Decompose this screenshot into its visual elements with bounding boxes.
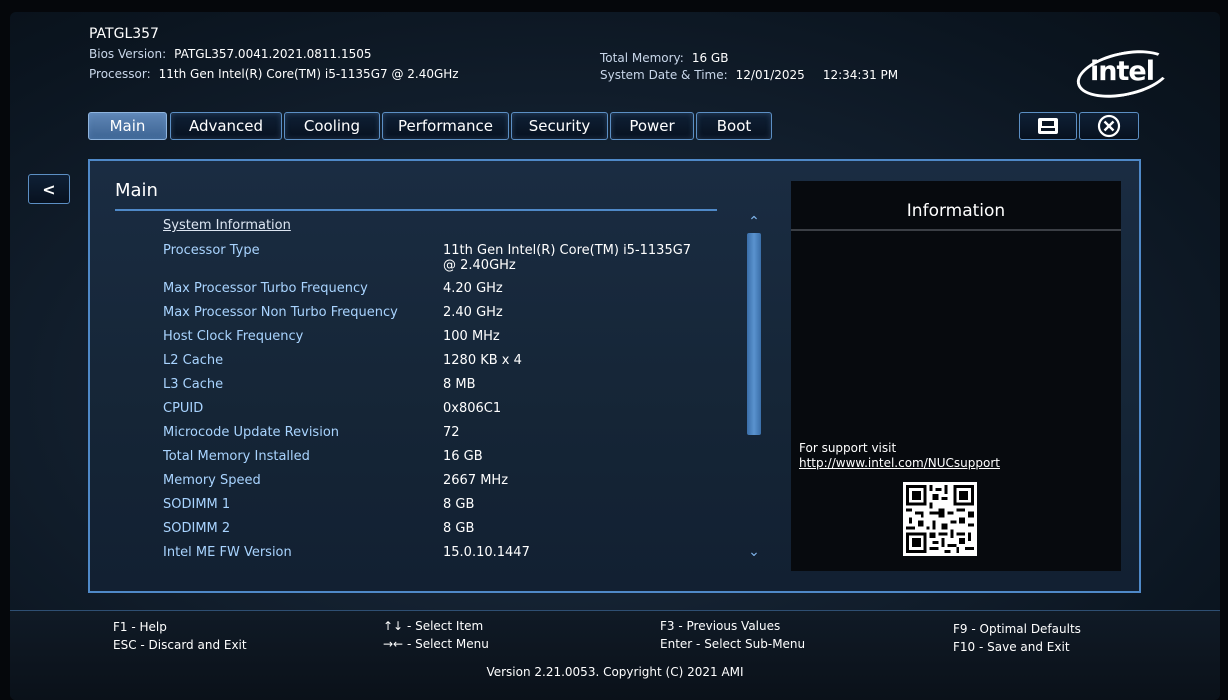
row-label: Microcode Update Revision bbox=[163, 425, 340, 440]
scrollbar-thumb[interactable] bbox=[747, 233, 761, 435]
tab-main[interactable]: Main bbox=[88, 112, 167, 140]
support-link[interactable]: http://www.intel.com/NUCsupport bbox=[799, 456, 1000, 470]
intel-logo: intel bbox=[1072, 42, 1176, 106]
row-label: SODIMM 2 bbox=[163, 521, 231, 536]
key-label: Enter bbox=[660, 637, 693, 651]
row-label: Intel ME FW Version bbox=[163, 545, 292, 560]
key-action: - Save and Exit bbox=[979, 640, 1070, 654]
row-label: L2 Cache bbox=[163, 353, 224, 368]
key-action: - Previous Values bbox=[678, 619, 781, 633]
row-value: 8 GB bbox=[443, 497, 475, 512]
key-label: F10 bbox=[953, 640, 976, 654]
row-value: 8 GB bbox=[443, 521, 475, 536]
tab-boot[interactable]: Boot bbox=[696, 112, 772, 140]
help-key-select-menu: →← - Select Menu bbox=[383, 637, 489, 651]
key-label: F3 bbox=[660, 619, 675, 633]
tab-power[interactable]: Power bbox=[610, 112, 694, 140]
row-value: 72 bbox=[443, 425, 460, 440]
row-value: 2667 MHz bbox=[443, 473, 509, 488]
system-date: 12/01/2025 bbox=[735, 68, 805, 82]
system-date-time-row: System Date & Time: 12/01/2025 12:34:31 PM bbox=[600, 68, 898, 82]
row-label: Max Processor Non Turbo Frequency bbox=[163, 305, 398, 320]
key-action: - Discard and Exit bbox=[140, 638, 247, 652]
row-value: 100 MHz bbox=[443, 329, 500, 344]
row-value: 0x806C1 bbox=[443, 401, 502, 416]
key-label: F9 bbox=[953, 622, 968, 636]
information-title: Information bbox=[906, 201, 1006, 221]
date-time-label: System Date & Time: bbox=[600, 68, 728, 82]
row-value: 8 MB bbox=[443, 377, 476, 392]
row-value: 16 GB bbox=[443, 449, 483, 464]
logo-word: intel bbox=[1090, 56, 1155, 87]
close-icon bbox=[1097, 114, 1121, 138]
bios-version-label: Bios Version: bbox=[89, 47, 167, 61]
information-divider bbox=[791, 229, 1121, 231]
help-key-enter: Enter - Select Sub-Menu bbox=[660, 637, 805, 651]
total-memory-value: 16 GB bbox=[691, 51, 729, 65]
total-memory-row: Total Memory: 16 GB bbox=[600, 51, 728, 65]
copyright-text: Version 2.21.0053. Copyright (C) 2021 AM… bbox=[486, 665, 744, 679]
bios-version-value: PATGL357.0041.2021.0811.1505 bbox=[174, 47, 372, 61]
total-memory-label: Total Memory: bbox=[600, 51, 684, 65]
page-title: Main bbox=[115, 180, 158, 201]
key-action: - Optimal Defaults bbox=[971, 622, 1081, 636]
help-key-select-item: ↑↓ - Select Item bbox=[383, 619, 483, 633]
board-name: PATGL357 bbox=[89, 26, 159, 42]
row-label: L3 Cache bbox=[163, 377, 224, 392]
key-label: ESC bbox=[113, 638, 137, 652]
key-action: - Help bbox=[131, 620, 167, 634]
save-icon bbox=[1038, 118, 1058, 134]
processor-row: Processor: 11th Gen Intel(R) Core(TM) i5-… bbox=[89, 67, 459, 81]
help-key-f10: F10 - Save and Exit bbox=[953, 640, 1070, 654]
row-label: Total Memory Installed bbox=[163, 449, 310, 464]
support-text: For support visit bbox=[799, 441, 897, 455]
row-value: 11th Gen Intel(R) Core(TM) i5-1135G7 @ 2… bbox=[443, 243, 692, 273]
back-button[interactable]: < bbox=[28, 174, 70, 204]
scroll-down-icon[interactable]: ⌄ bbox=[745, 545, 763, 559]
bios-screen: PATGL357 Bios Version: PATGL357.0041.2021… bbox=[10, 12, 1220, 700]
title-divider bbox=[115, 209, 717, 211]
key-action: - Select Item bbox=[406, 619, 484, 633]
row-label: Memory Speed bbox=[163, 473, 261, 488]
tab-performance[interactable]: Performance bbox=[382, 112, 509, 140]
exit-button[interactable] bbox=[1079, 112, 1139, 140]
tab-advanced[interactable]: Advanced bbox=[170, 112, 282, 140]
main-panel: Main System Information Processor Type 1… bbox=[88, 159, 1141, 593]
row-label: Max Processor Turbo Frequency bbox=[163, 281, 368, 296]
row-value: 1280 KB x 4 bbox=[443, 353, 522, 368]
tab-security[interactable]: Security bbox=[511, 112, 608, 140]
key-label: →← bbox=[383, 637, 404, 651]
row-label: CPUID bbox=[163, 401, 204, 416]
key-action: - Select Sub-Menu bbox=[696, 637, 806, 651]
tab-cooling[interactable]: Cooling bbox=[284, 112, 380, 140]
scroll-up-icon[interactable]: ⌃ bbox=[745, 215, 763, 229]
processor-value: 11th Gen Intel(R) Core(TM) i5-1135G7 @ 2… bbox=[158, 67, 459, 81]
save-button[interactable] bbox=[1019, 112, 1077, 140]
key-label: ↑↓ bbox=[383, 619, 404, 633]
key-action: - Select Menu bbox=[406, 637, 489, 651]
help-key-f3: F3 - Previous Values bbox=[660, 619, 780, 633]
qr-code-icon bbox=[903, 482, 977, 556]
row-label: SODIMM 1 bbox=[163, 497, 231, 512]
processor-label: Processor: bbox=[89, 67, 151, 81]
row-label: Host Clock Frequency bbox=[163, 329, 304, 344]
system-time: 12:34:31 PM bbox=[822, 68, 899, 82]
section-heading: System Information bbox=[163, 218, 291, 233]
row-value: 2.40 GHz bbox=[443, 305, 503, 320]
help-key-f9: F9 - Optimal Defaults bbox=[953, 622, 1081, 636]
help-key-esc: ESC - Discard and Exit bbox=[113, 638, 247, 652]
help-key-f1: F1 - Help bbox=[113, 620, 167, 634]
row-value: 15.0.10.1447 bbox=[443, 545, 530, 560]
footer-help-bar: F1 - Help ESC - Discard and Exit ↑↓ - Se… bbox=[10, 610, 1220, 700]
row-label: Processor Type bbox=[163, 243, 260, 258]
row-value: 4.20 GHz bbox=[443, 281, 503, 296]
information-panel: Information For support visit http://www… bbox=[791, 181, 1121, 571]
bios-version-row: Bios Version: PATGL357.0041.2021.0811.150… bbox=[89, 47, 372, 61]
key-label: F1 bbox=[113, 620, 128, 634]
